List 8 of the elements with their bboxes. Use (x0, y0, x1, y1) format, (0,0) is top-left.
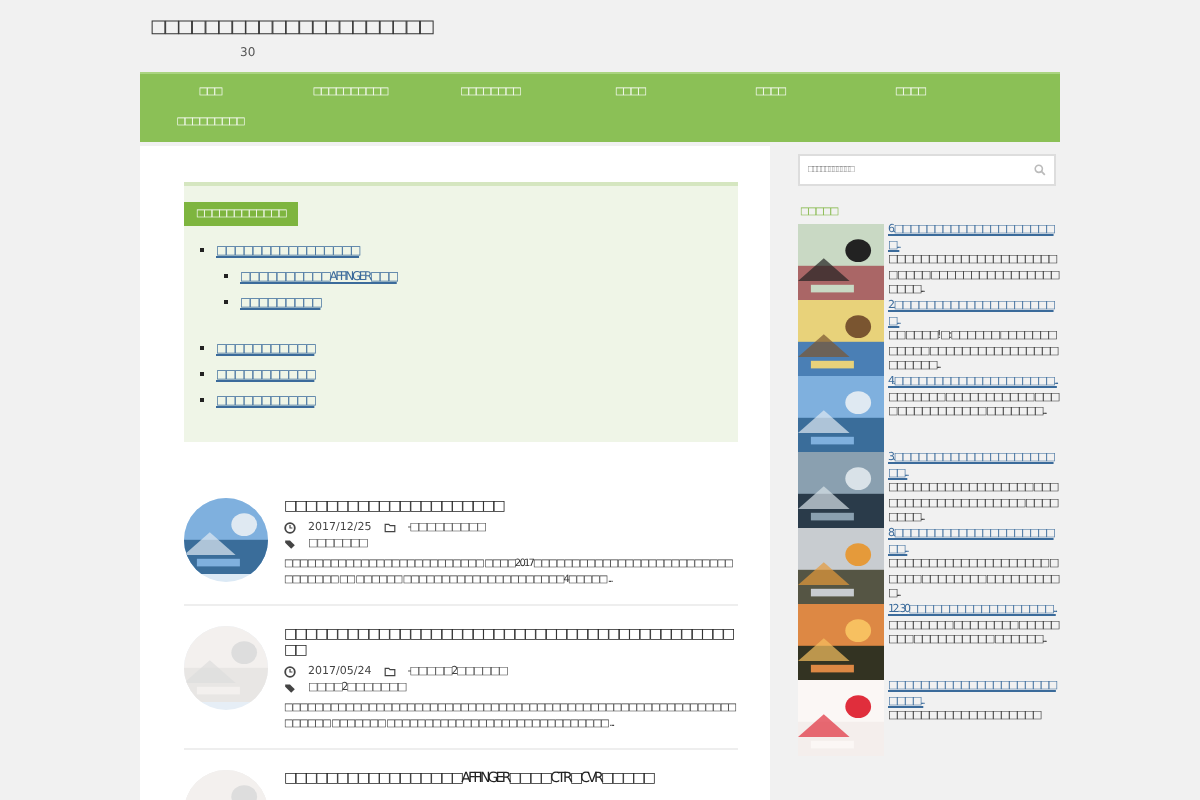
folder-icon (383, 522, 396, 534)
search-icon[interactable] (1034, 164, 1046, 176)
tag-icon (284, 538, 296, 550)
folder-icon (383, 666, 396, 678)
site-title[interactable]: □□□□□□□□□□□□□□□□□□□□□ (150, 18, 1060, 38)
clock-icon (284, 666, 296, 678)
clock-icon (284, 522, 296, 534)
tag-icon (284, 682, 296, 694)
